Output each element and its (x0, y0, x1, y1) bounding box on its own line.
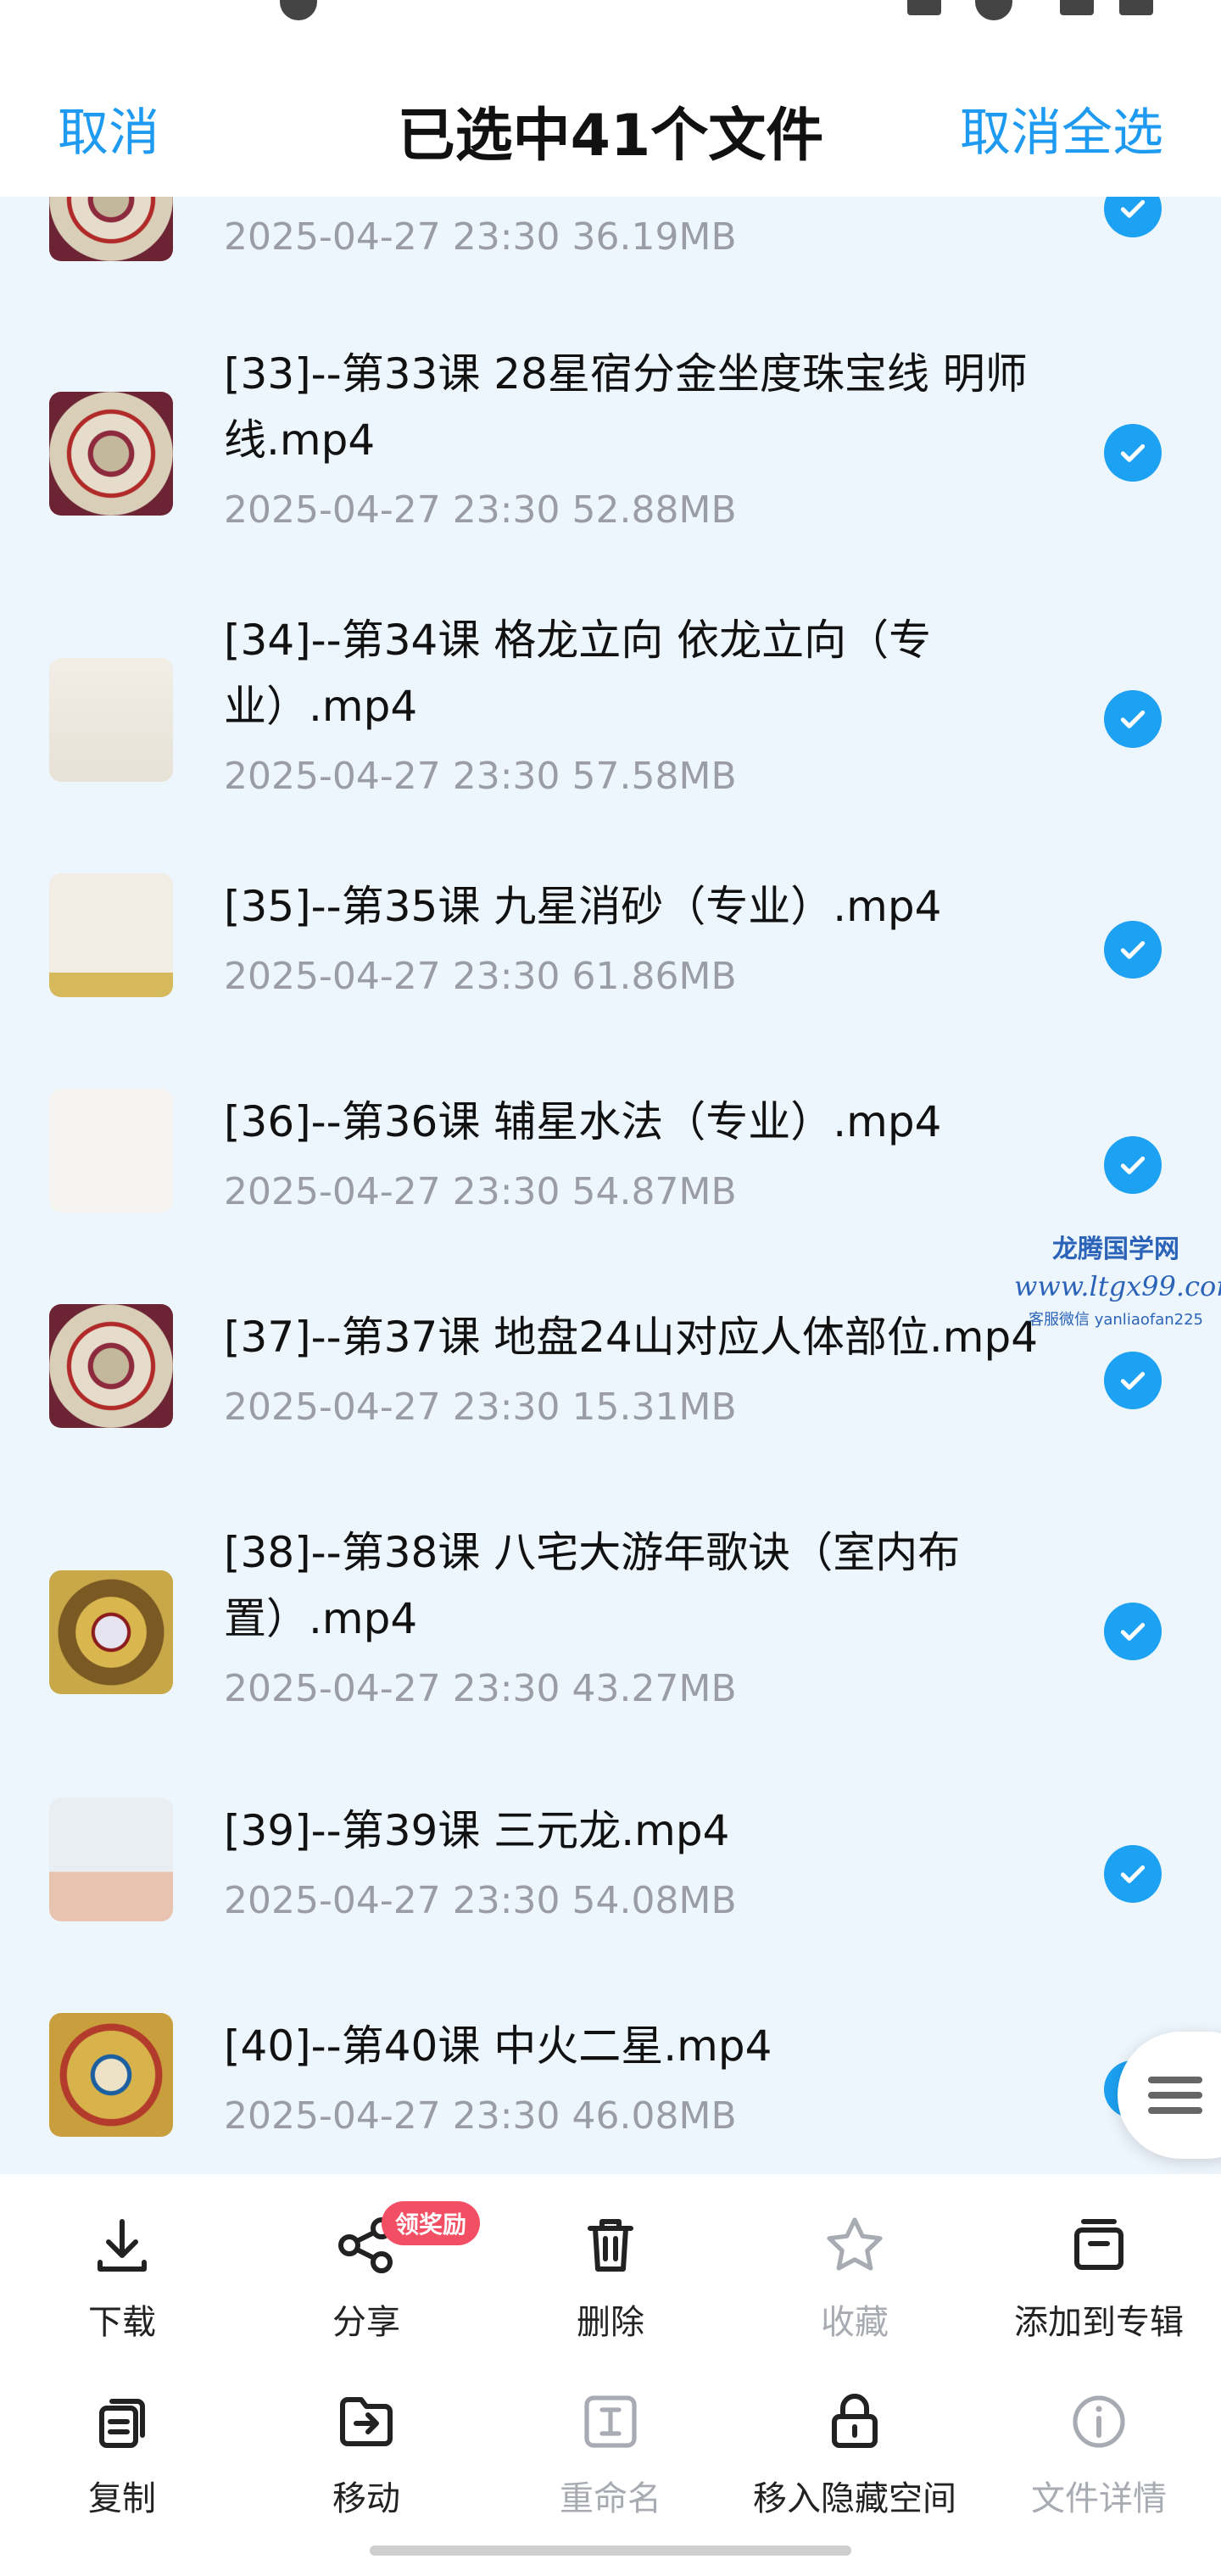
check-icon (1120, 444, 1146, 462)
menu-icon (1148, 2068, 1202, 2122)
move-label: 移动 (332, 2479, 400, 2518)
list-item[interactable]: [34]--第34课 格龙立向 依龙立向（专业）.mp4 2025-04-27 … (0, 607, 1221, 861)
watermark-line1: 龙腾国学网 (1052, 1235, 1179, 1264)
info-icon (1073, 2395, 1125, 2448)
list-item[interactable]: [33]--第33课 28星宿分金坐度珠宝线 明师线.mp4 2025-04-2… (0, 341, 1221, 595)
home-indicator[interactable] (370, 2545, 851, 2556)
file-details-button[interactable]: 文件详情 (977, 2388, 1221, 2520)
file-meta: 2025-04-27 23:30 15.31MB (224, 1386, 737, 1429)
checkbox-checked[interactable] (1104, 1352, 1162, 1409)
favorite-label: 收藏 (821, 2303, 889, 2342)
share-label: 分享 (332, 2303, 400, 2342)
check-icon (1120, 1372, 1146, 1390)
download-button[interactable]: 下载 (0, 2211, 244, 2344)
status-icon (1119, 0, 1153, 15)
move-to-hidden-label: 移入隐藏空间 (753, 2479, 956, 2518)
file-meta: 2025-04-27 23:30 61.86MB (224, 955, 737, 998)
check-icon (1120, 200, 1146, 218)
file-thumbnail (49, 658, 173, 782)
check-icon (1120, 1865, 1146, 1883)
file-thumbnail (49, 197, 173, 261)
list-item[interactable]: [37]--第37课 地盘24山对应人体部位.mp4 2025-04-27 23… (0, 1304, 1221, 1491)
checkbox-checked[interactable] (1104, 424, 1162, 482)
file-details-label: 文件详情 (1031, 2479, 1167, 2518)
file-meta: 2025-04-27 23:30 57.58MB (224, 755, 737, 798)
delete-label: 删除 (577, 2303, 644, 2342)
file-meta: 2025-04-27 23:30 54.87MB (224, 1170, 737, 1213)
add-to-album-label: 添加到专辑 (1014, 2303, 1184, 2342)
unselect-all-button[interactable]: 取消全选 (960, 92, 1163, 165)
favorite-button[interactable]: 收藏 (733, 2211, 977, 2344)
watermark-line3: 客服微信 yanliaofan225 (1029, 1311, 1203, 1329)
file-name: [35]--第35课 九星消砂（专业）.mp4 (224, 882, 942, 931)
file-name: [36]--第36课 辅星水法（专业）.mp4 (224, 1097, 942, 1146)
status-icon (975, 0, 1012, 20)
lock-icon (832, 2394, 878, 2448)
checkbox-checked[interactable] (1104, 921, 1162, 979)
watermark-line2: www.ltgx99.com (1014, 1270, 1221, 1302)
checkbox-checked[interactable] (1104, 1603, 1162, 1660)
list-item[interactable]: [40]--第40课 中火二星.mp4 2025-04-27 23:30 46.… (0, 2013, 1221, 2174)
list-item[interactable]: 2025-04-27 23:30 36.19MB (0, 197, 1221, 282)
file-name: [34]--第34课 格龙立向 依龙立向（专业）.mp4 (224, 616, 932, 731)
status-icon (1060, 0, 1094, 15)
list-item[interactable]: [38]--第38课 八宅大游年歌诀（室内布置）.mp4 2025-04-27 … (0, 1519, 1221, 1774)
checkbox-checked[interactable] (1104, 1136, 1162, 1194)
check-icon (1120, 1157, 1146, 1174)
delete-button[interactable]: 删除 (488, 2211, 733, 2344)
selection-header: 取消 已选中41个文件 取消全选 (0, 34, 1221, 197)
checkbox-checked[interactable] (1104, 690, 1162, 748)
copy-button[interactable]: 复制 (0, 2388, 244, 2520)
reward-badge[interactable]: 领奖励 (382, 2201, 481, 2245)
rename-label: 重命名 (560, 2479, 661, 2518)
checkbox-checked[interactable] (1104, 1845, 1162, 1903)
file-thumbnail (49, 1798, 173, 1921)
list-item[interactable]: [39]--第39课 三元龙.mp4 2025-04-27 23:30 54.0… (0, 1798, 1221, 1984)
file-name: [33]--第33课 28星宿分金坐度珠宝线 明师线.mp4 (224, 349, 1028, 465)
file-meta: 2025-04-27 23:30 52.88MB (224, 488, 737, 532)
list-item[interactable]: [35]--第35课 九星消砂（专业）.mp4 2025-04-27 23:30… (0, 873, 1221, 1060)
move-button[interactable]: 移动 (244, 2388, 488, 2520)
check-icon (1120, 1623, 1146, 1641)
check-icon (1120, 941, 1146, 959)
bottom-toolbar: 下载 分享 领奖励 删除 收藏 添加到专辑 复制 移动 重命名 移入隐藏空间 文… (0, 2174, 1221, 2576)
checkbox-checked[interactable] (1104, 197, 1162, 237)
file-thumbnail (49, 2013, 173, 2137)
file-thumbnail (49, 1570, 173, 1694)
status-icon (280, 0, 317, 20)
status-bar (0, 0, 1221, 34)
download-icon (98, 2219, 147, 2272)
file-thumbnail (49, 392, 173, 516)
move-folder-icon (340, 2397, 393, 2446)
file-thumbnail (49, 873, 173, 997)
file-name: [39]--第39课 三元龙.mp4 (224, 1806, 730, 1855)
file-list[interactable]: 2025-04-27 23:30 36.19MB [33]--第33课 28星宿… (0, 197, 1221, 2174)
file-thumbnail (49, 1304, 173, 1428)
copy-icon (99, 2399, 145, 2448)
star-icon (827, 2217, 883, 2271)
check-icon (1120, 711, 1146, 728)
file-meta: 2025-04-27 23:30 54.08MB (224, 1879, 737, 1922)
download-label: 下载 (88, 2303, 156, 2342)
watermark: 龙腾国学网 www.ltgx99.com 客服微信 yanliaofan225 (1014, 1228, 1221, 1330)
rename-button[interactable]: 重命名 (488, 2388, 733, 2520)
rename-icon (584, 2395, 637, 2448)
copy-label: 复制 (88, 2479, 156, 2518)
file-thumbnail (49, 1089, 173, 1213)
file-meta: 2025-04-27 23:30 43.27MB (224, 1667, 737, 1710)
album-icon (1074, 2219, 1123, 2270)
file-meta: 2025-04-27 23:30 36.19MB (224, 215, 737, 259)
add-to-album-button[interactable]: 添加到专辑 (977, 2211, 1221, 2344)
file-name: [40]--第40课 中火二星.mp4 (224, 2021, 772, 2071)
file-meta: 2025-04-27 23:30 46.08MB (224, 2094, 737, 2138)
move-to-hidden-button[interactable]: 移入隐藏空间 (733, 2388, 977, 2520)
status-icon (907, 0, 941, 15)
file-name: [38]--第38课 八宅大游年歌诀（室内布置）.mp4 (224, 1528, 961, 1643)
file-name: [37]--第37课 地盘24山对应人体部位.mp4 (224, 1313, 1039, 1362)
trash-icon (588, 2219, 633, 2272)
